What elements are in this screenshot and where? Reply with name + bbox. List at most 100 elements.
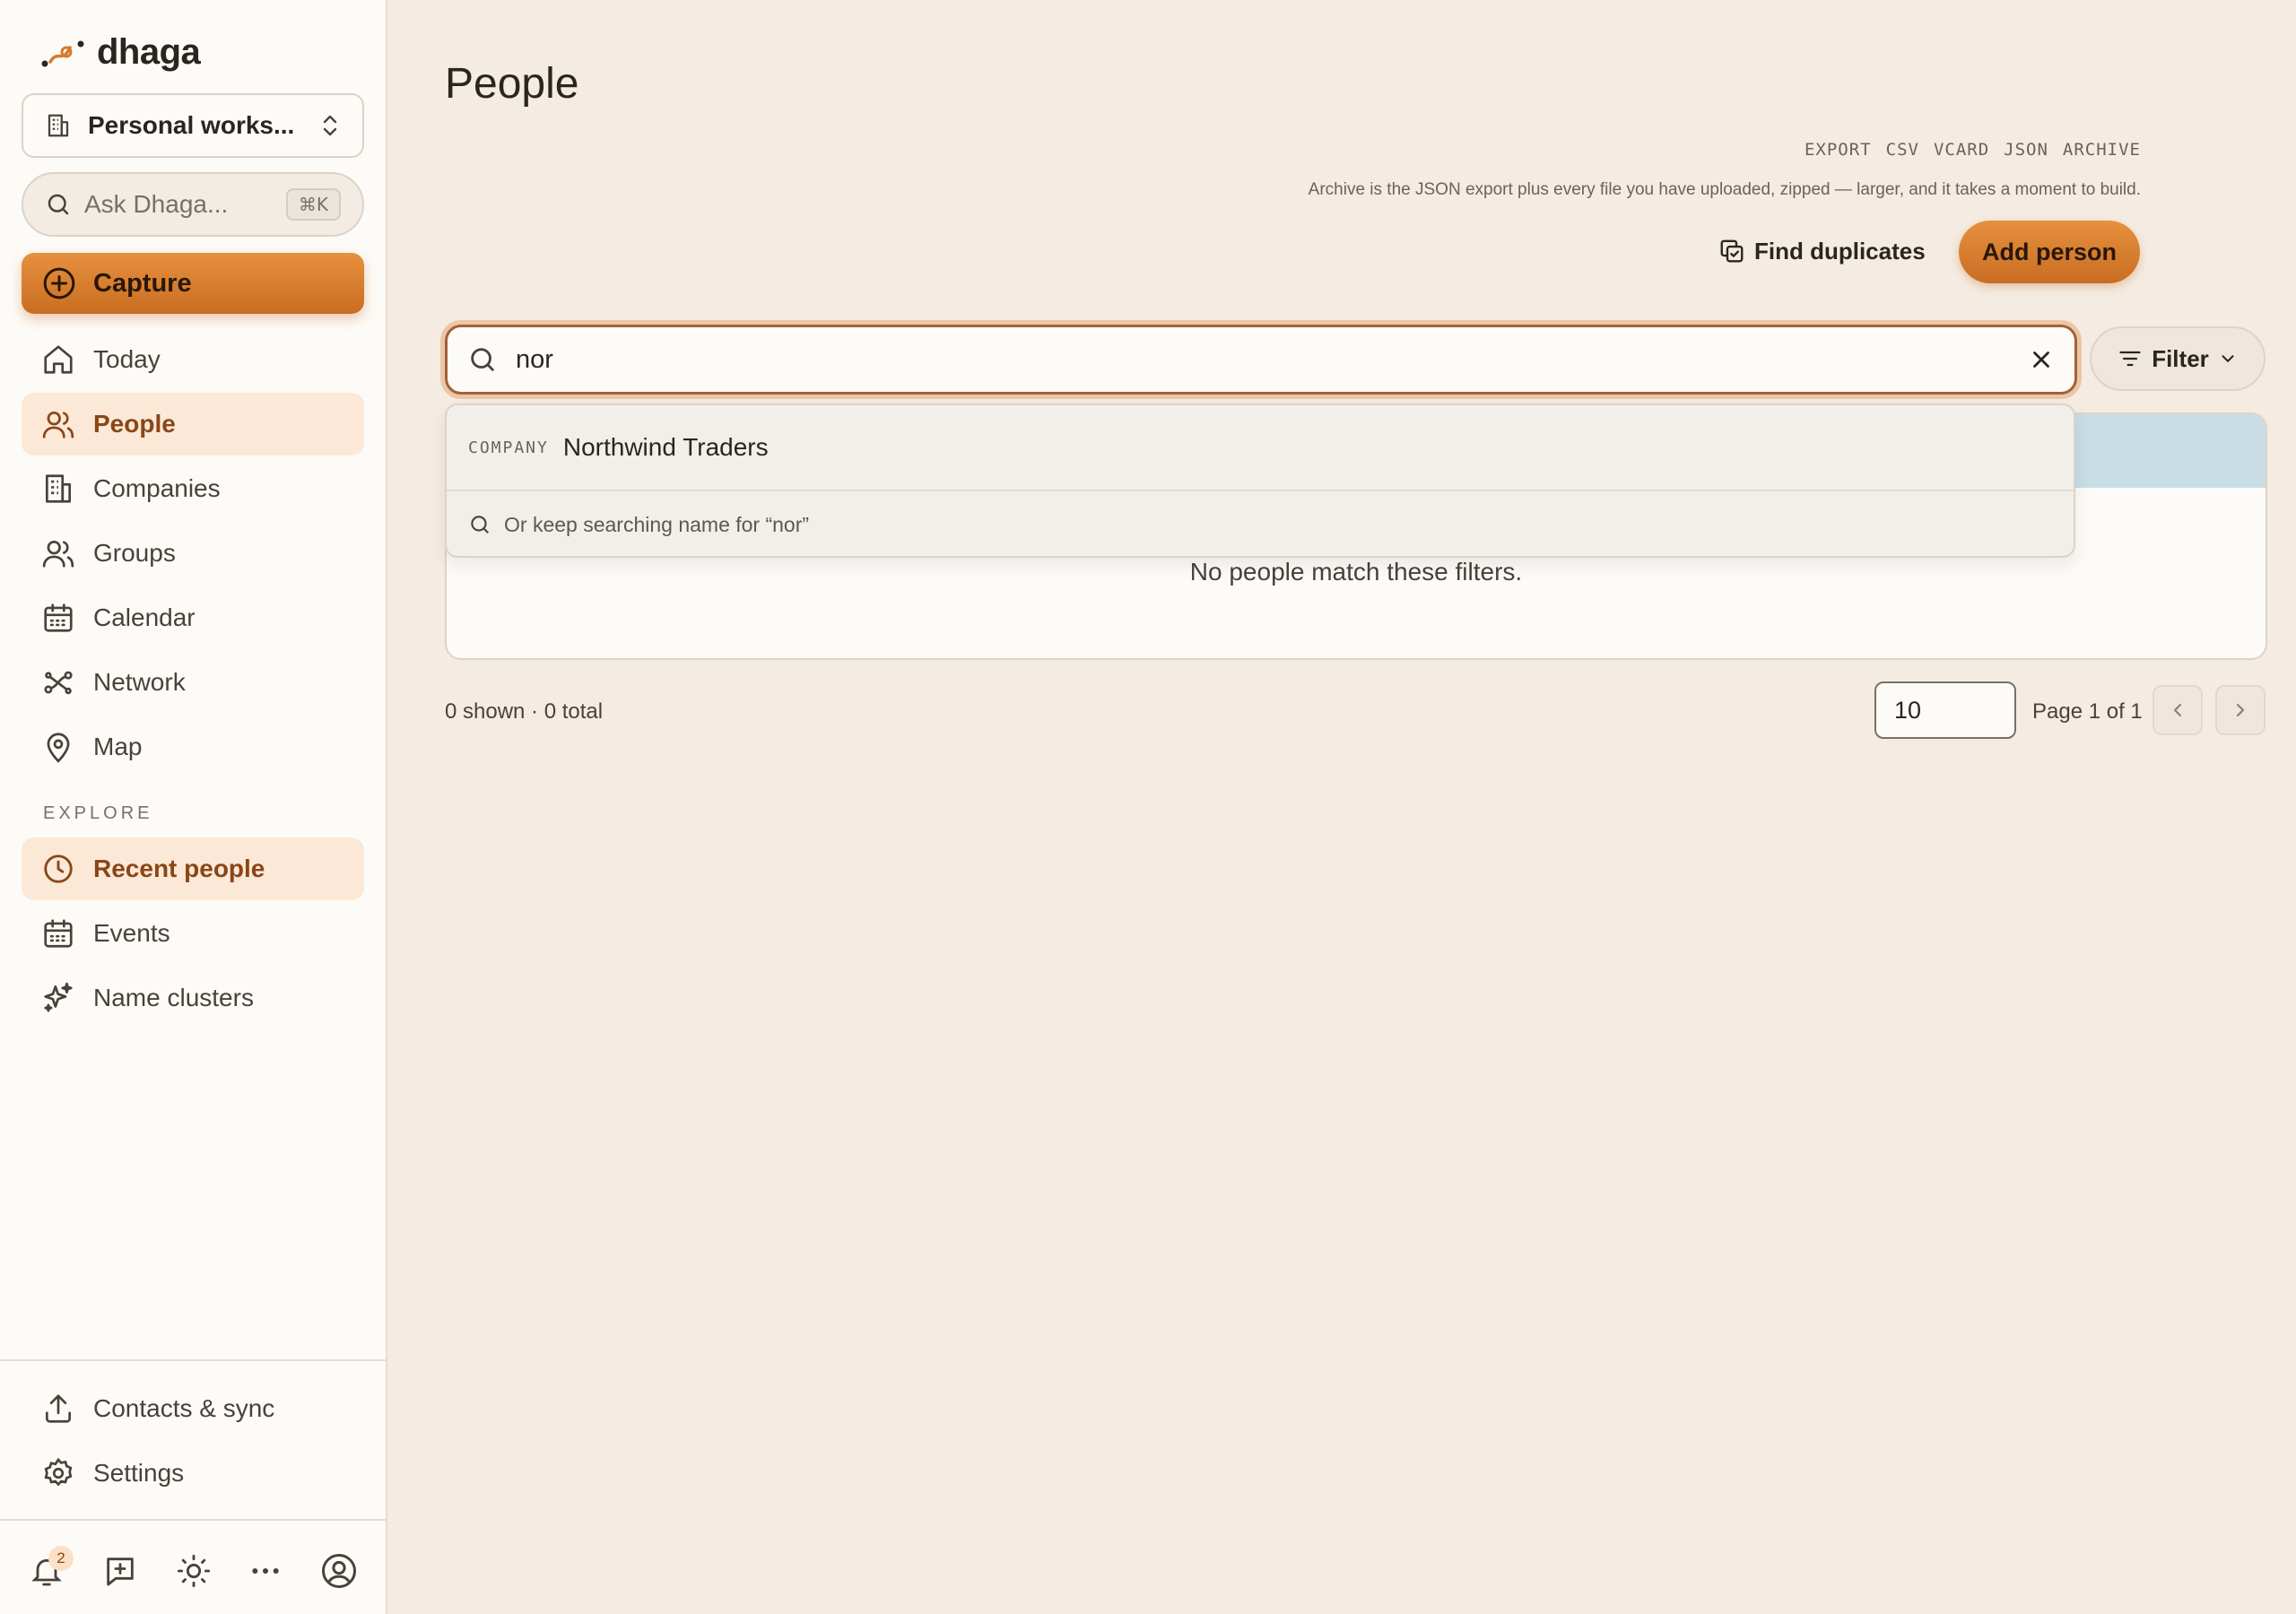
results-summary: 0 shown · 0 total	[445, 699, 604, 724]
nav-item-name-clusters[interactable]: Name clusters	[22, 967, 364, 1029]
export-json-link[interactable]: JSON	[2004, 140, 2048, 160]
group-icon	[41, 536, 75, 570]
page-indicator: Page 1 of 1	[2032, 699, 2143, 724]
export-csv-link[interactable]: CSV	[1886, 140, 1919, 160]
suggestion-company[interactable]: COMPANY Northwind Traders	[447, 405, 2074, 491]
nav-item-settings[interactable]: Settings	[22, 1442, 364, 1505]
account-button[interactable]	[319, 1551, 359, 1591]
brand-name: dhaga	[97, 32, 201, 72]
copy-check-icon	[1718, 238, 1745, 265]
capture-button[interactable]: Capture	[22, 253, 364, 314]
find-duplicates-button[interactable]: Find duplicates	[1718, 228, 1926, 274]
chevron-down-icon	[2218, 349, 2238, 369]
people-search[interactable]	[445, 325, 2077, 395]
notification-badge: 2	[48, 1546, 74, 1571]
empty-state-message: No people match these filters.	[1189, 558, 1523, 586]
gear-icon	[41, 1456, 75, 1490]
nav-label: Events	[93, 919, 170, 947]
sidebar-divider	[0, 1519, 387, 1521]
nav-item-people[interactable]: People	[22, 393, 364, 456]
nav-label: Map	[93, 733, 143, 760]
export-archive-link[interactable]: ARCHIVE	[2063, 140, 2141, 160]
theme-toggle-button[interactable]	[174, 1551, 213, 1591]
search-suggestions-dropdown: COMPANY Northwind Traders Or keep search…	[445, 404, 2075, 558]
more-button[interactable]	[246, 1551, 285, 1591]
nav-item-groups[interactable]: Groups	[22, 522, 364, 585]
previous-page-button[interactable]	[2152, 685, 2203, 735]
chevron-updown-icon	[319, 112, 341, 139]
brand[interactable]: dhaga	[39, 32, 201, 73]
nav-item-events[interactable]: Events	[22, 902, 364, 965]
page-title: People	[445, 60, 579, 108]
nav-label: Today	[93, 345, 161, 373]
nav-label: Companies	[93, 474, 221, 502]
nav-item-calendar[interactable]: Calendar	[22, 586, 364, 649]
nav-item-today[interactable]: Today	[22, 328, 364, 391]
sidebar: dhaga Personal works... Ask Dhaga... ⌘K	[0, 0, 387, 1614]
building-icon	[45, 112, 72, 139]
plus-circle-icon	[41, 265, 77, 301]
add-person-button[interactable]: Add person	[1959, 221, 2140, 283]
search-icon	[467, 344, 498, 375]
user-circle-icon	[320, 1552, 358, 1590]
suggestion-company-name: Northwind Traders	[562, 433, 769, 461]
export-vcard-link[interactable]: VCARD	[1934, 140, 1989, 160]
notifications-button[interactable]: 2	[27, 1546, 74, 1591]
find-duplicates-label: Find duplicates	[1754, 237, 1926, 265]
message-plus-icon	[102, 1553, 138, 1589]
sun-icon	[176, 1553, 212, 1589]
upload-icon	[41, 1392, 75, 1426]
workspace-name: Personal works...	[88, 111, 295, 139]
ask-placeholder: Ask Dhaga...	[84, 190, 229, 218]
nav-item-contacts-sync[interactable]: Contacts & sync	[22, 1377, 364, 1440]
chevron-right-icon	[2230, 699, 2251, 721]
nav-item-network[interactable]: Network	[22, 651, 364, 714]
shortcut-hint: ⌘K	[285, 188, 341, 221]
filter-button[interactable]: Filter	[2090, 326, 2266, 391]
capture-label: Capture	[93, 268, 192, 298]
bottom-toolbar: 2	[0, 1533, 387, 1605]
clear-search-icon[interactable]	[2028, 346, 2055, 373]
search-input[interactable]	[516, 344, 2028, 375]
page-size-input[interactable]	[1874, 681, 2016, 739]
new-message-button[interactable]	[100, 1551, 140, 1591]
nav-label: Contacts & sync	[93, 1394, 275, 1422]
suggestion-keep-searching[interactable]: Or keep searching name for “nor”	[447, 491, 2074, 558]
sparkles-icon	[41, 981, 75, 1015]
users-icon	[41, 407, 75, 441]
chevron-left-icon	[2167, 699, 2188, 721]
filter-lines-icon	[2118, 346, 2143, 371]
nav-item-companies[interactable]: Companies	[22, 457, 364, 520]
workspace-switcher[interactable]: Personal works...	[22, 93, 364, 158]
nav-label: Name clusters	[93, 984, 254, 1011]
nav-label: Network	[93, 668, 186, 696]
clock-icon	[41, 852, 75, 886]
export-links: EXPORT CSV VCARD JSON ARCHIVE	[1805, 140, 2141, 160]
suggestion-kind: COMPANY	[468, 438, 549, 457]
map-pin-icon	[41, 730, 75, 764]
nav-item-recent-people[interactable]: Recent people	[22, 837, 364, 900]
keep-searching-label: Or keep searching name for “nor”	[504, 512, 810, 536]
calendar-icon	[41, 916, 75, 950]
sidebar-divider	[0, 1359, 387, 1361]
calendar-icon	[41, 601, 75, 635]
ask-dhaga-search[interactable]: Ask Dhaga... ⌘K	[22, 172, 364, 237]
logo-icon	[39, 37, 88, 69]
nav-label: Groups	[93, 539, 176, 567]
nav-label: Recent people	[93, 855, 265, 882]
nav-label: Calendar	[93, 603, 196, 631]
more-horizontal-icon	[248, 1553, 283, 1589]
building-icon	[41, 472, 75, 506]
home-icon	[41, 343, 75, 377]
network-icon	[41, 665, 75, 699]
search-icon	[45, 191, 72, 218]
nav-label: Settings	[93, 1459, 185, 1487]
next-page-button[interactable]	[2215, 685, 2266, 735]
filter-label: Filter	[2152, 344, 2209, 372]
archive-note: Archive is the JSON export plus every fi…	[1308, 180, 2141, 199]
explore-section-label: EXPLORE	[43, 803, 153, 823]
nav-label: People	[93, 410, 176, 438]
nav-item-map[interactable]: Map	[22, 716, 364, 778]
search-icon	[468, 513, 491, 536]
export-label: EXPORT	[1804, 140, 1872, 160]
